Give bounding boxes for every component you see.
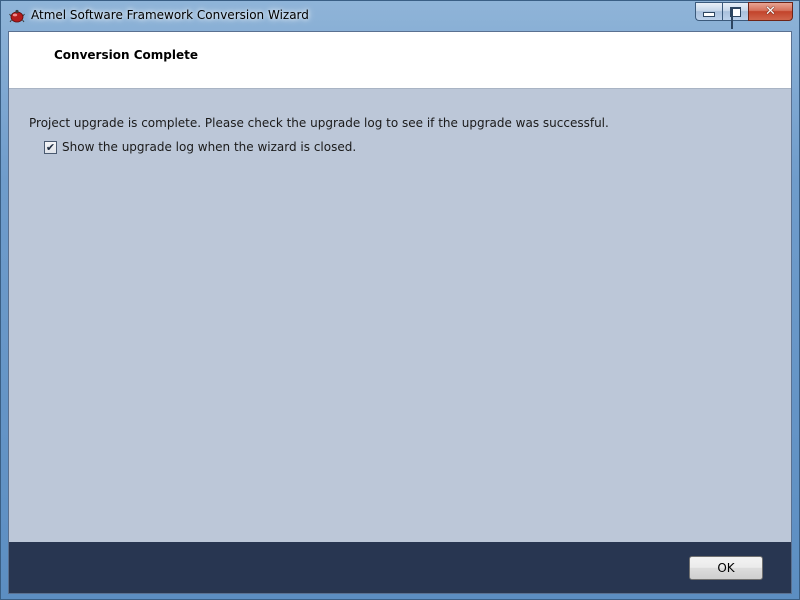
maximize-button[interactable] — [722, 2, 748, 29]
show-log-label[interactable]: Show the upgrade log when the wizard is … — [62, 140, 356, 154]
atmel-app-icon[interactable] — [9, 8, 25, 24]
title-bar[interactable]: Atmel Software Framework Conversion Wiza… — [1, 1, 799, 31]
wizard-window: Atmel Software Framework Conversion Wiza… — [0, 0, 800, 600]
caption-buttons: ✕ — [695, 2, 793, 29]
show-log-option[interactable]: ✔ Show the upgrade log when the wizard i… — [44, 140, 356, 154]
show-log-checkbox[interactable]: ✔ — [44, 140, 57, 154]
checkmark-icon: ✔ — [45, 140, 56, 154]
close-icon: ✕ — [765, 4, 776, 19]
maximize-icon — [730, 6, 741, 29]
ok-button[interactable]: OK — [689, 556, 763, 580]
minimize-icon — [703, 12, 715, 17]
close-button[interactable]: ✕ — [748, 2, 793, 21]
completion-message: Project upgrade is complete. Please chec… — [29, 116, 609, 130]
wizard-header: Conversion Complete — [9, 32, 791, 89]
window-title: Atmel Software Framework Conversion Wiza… — [31, 8, 309, 22]
minimize-button[interactable] — [695, 2, 722, 21]
wizard-footer: OK — [9, 542, 791, 593]
wizard-content: Conversion Complete Project upgrade is c… — [8, 31, 792, 594]
page-title: Conversion Complete — [54, 48, 198, 62]
